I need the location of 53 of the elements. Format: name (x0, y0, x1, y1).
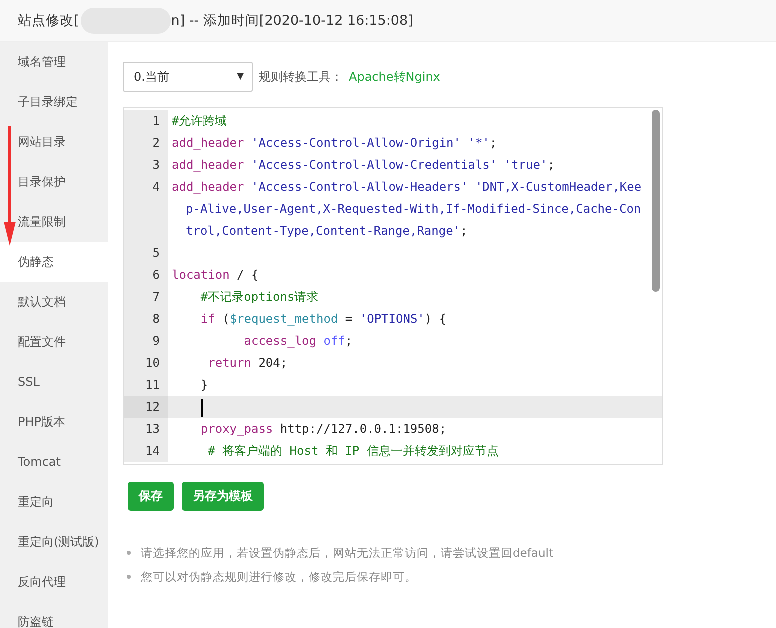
line-number: 1 (124, 110, 168, 132)
code-line: location / { (172, 268, 259, 282)
sidebar-item[interactable]: 子目录绑定 (0, 82, 108, 122)
code-line: proxy_pass http://127.0.0.1:19508; (200, 422, 447, 436)
line-number: 2 (124, 132, 168, 154)
tool-label: 规则转换工具： (259, 68, 343, 86)
line-number: 6 (124, 264, 168, 286)
sidebar-item[interactable]: 重定向 (0, 482, 108, 522)
text-cursor (200, 398, 203, 417)
line-number: 12 (124, 396, 168, 418)
help-note: 请选择您的应用，若设置伪静态后，网站无法正常访问，请尝试设置回default (141, 545, 554, 561)
version-select[interactable]: 0.当前 ▼ (123, 62, 253, 92)
line-number: 9 (124, 330, 168, 352)
caret-icon: ▼ (237, 72, 244, 82)
sidebar-item[interactable]: 域名管理 (0, 42, 108, 82)
sidebar-item[interactable]: Tomcat (0, 442, 108, 482)
code-line: if ($request_method = 'OPTIONS') { (200, 312, 447, 326)
code-line: add_header 'Access-Control-Allow-Origin' '*'; (172, 136, 498, 150)
sidebar-item[interactable]: 防盗链 (0, 602, 108, 628)
code-line: add_header 'Access-Control-Allow-Credentials' 'true'; (172, 158, 555, 172)
line-number: 10 (124, 352, 168, 374)
code-line: access_log off; (243, 334, 353, 348)
line-number: 8 (124, 308, 168, 330)
code-line: } (200, 378, 208, 392)
sidebar-item[interactable]: 默认文档 (0, 282, 108, 322)
code-line: # 将客户端的 Host 和 IP 信息一并转发到对应节点 (207, 444, 499, 458)
sidebar-item[interactable]: 目录保护 (0, 162, 108, 202)
sidebar-item[interactable]: SSL (0, 362, 108, 402)
code-line: #允许跨域 (172, 114, 228, 128)
sidebar-item[interactable]: 伪静态 (0, 242, 108, 282)
code-editor[interactable] (123, 107, 663, 465)
line-number: 4 (124, 176, 168, 242)
help-note: 您可以对伪静态规则进行修改，修改完后保存即可。 (141, 569, 417, 585)
line-number: 3 (124, 154, 168, 176)
line-number: 13 (124, 418, 168, 440)
line-number: 7 (124, 286, 168, 308)
window-title: n] -- 添加时间[2020-10-12 16:15:08] (171, 12, 414, 30)
bullet-icon (127, 551, 131, 555)
line-number: 11 (124, 374, 168, 396)
scrollbar[interactable] (652, 110, 660, 292)
sidebar-item[interactable]: 重定向(测试版) (0, 522, 108, 562)
code-line: add_header 'Access-Control-Allow-Headers' 'DNT,X-CustomHeader,Keep-Alive,User-Agent,X-Requested-With,If-Modified-Since,Cache-Control,Content-Type,Content-Range,Range'; (172, 180, 642, 238)
code-line: return 204; (207, 356, 288, 370)
line-number: 5 (124, 242, 168, 264)
line-number: 14 (124, 440, 168, 462)
sidebar-item[interactable]: PHP版本 (0, 402, 108, 442)
bullet-icon (127, 575, 131, 579)
sidebar-item[interactable]: 配置文件 (0, 322, 108, 362)
window-title: 站点修改[ (18, 12, 80, 30)
code-line: #不记录options请求 (200, 290, 319, 304)
sidebar-item[interactable]: 流量限制 (0, 202, 108, 242)
sidebar-item[interactable]: 网站目录 (0, 122, 108, 162)
sidebar-item[interactable]: 反向代理 (0, 562, 108, 602)
